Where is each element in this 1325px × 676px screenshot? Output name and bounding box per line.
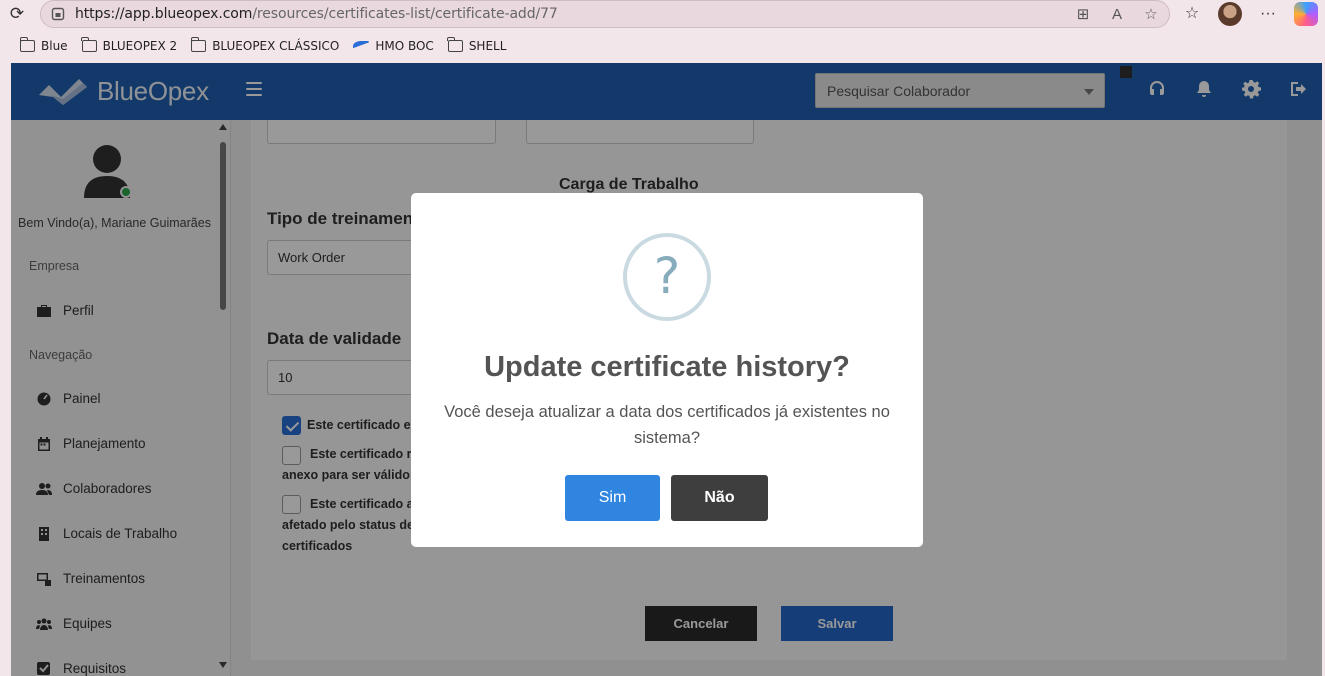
bookmark-label: SHELL: [468, 39, 507, 53]
dialog-title: Update certificate history?: [484, 351, 850, 383]
bookmark-blueopex-classico[interactable]: BLUEOPEX CLÁSSICO: [190, 37, 340, 53]
folder-icon: [19, 37, 35, 52]
bookmark-label: BLUEOPEX CLÁSSICO: [212, 39, 340, 53]
bookmark-hmo-boc[interactable]: HMO BOC: [353, 39, 434, 53]
url-host: https://app.blueopex.com: [75, 6, 253, 22]
folder-icon: [81, 37, 97, 52]
confirm-dialog: ? Update certificate history? Você desej…: [411, 193, 923, 547]
bookmark-label: Blue: [41, 39, 68, 53]
question-icon: ?: [623, 233, 711, 321]
browser-toolbar: ⟳ https://app.blueopex.com/resources/cer…: [0, 0, 1325, 30]
url-text: https://app.blueopex.com/resources/certi…: [75, 6, 558, 22]
url-path: /resources/certificates-list/certificate…: [252, 6, 558, 22]
reload-icon[interactable]: ⟳: [6, 3, 28, 25]
address-bar[interactable]: https://app.blueopex.com/resources/certi…: [40, 0, 1170, 28]
dialog-message: Você deseja atualizar a data dos certifi…: [444, 403, 890, 447]
folder-icon: [190, 37, 207, 52]
confirm-yes-button[interactable]: Sim: [565, 475, 660, 521]
swoosh-icon: [353, 41, 370, 51]
more-menu-icon[interactable]: ···: [1256, 2, 1280, 26]
bookmark-label: HMO BOC: [375, 39, 434, 53]
favorite-star-icon[interactable]: ☆: [1141, 5, 1161, 25]
confirm-no-button[interactable]: Não: [671, 475, 768, 521]
site-info-icon[interactable]: [51, 7, 65, 21]
folder-icon: [447, 37, 463, 52]
bookmark-blueopex-2[interactable]: BLUEOPEX 2: [81, 37, 178, 53]
favorites-icon[interactable]: ☆: [1180, 2, 1204, 26]
bookmark-label: BLUEOPEX 2: [102, 39, 178, 53]
read-aloud-icon[interactable]: A: [1107, 5, 1127, 25]
app-available-icon[interactable]: ⊞: [1073, 5, 1093, 25]
bookmark-blue[interactable]: Blue: [19, 37, 68, 53]
profile-avatar[interactable]: [1218, 2, 1242, 26]
copilot-icon[interactable]: [1294, 2, 1318, 26]
bookmark-shell[interactable]: SHELL: [447, 37, 507, 53]
bookmarks-bar: Blue BLUEOPEX 2 BLUEOPEX CLÁSSICO HMO BO…: [0, 34, 1325, 58]
